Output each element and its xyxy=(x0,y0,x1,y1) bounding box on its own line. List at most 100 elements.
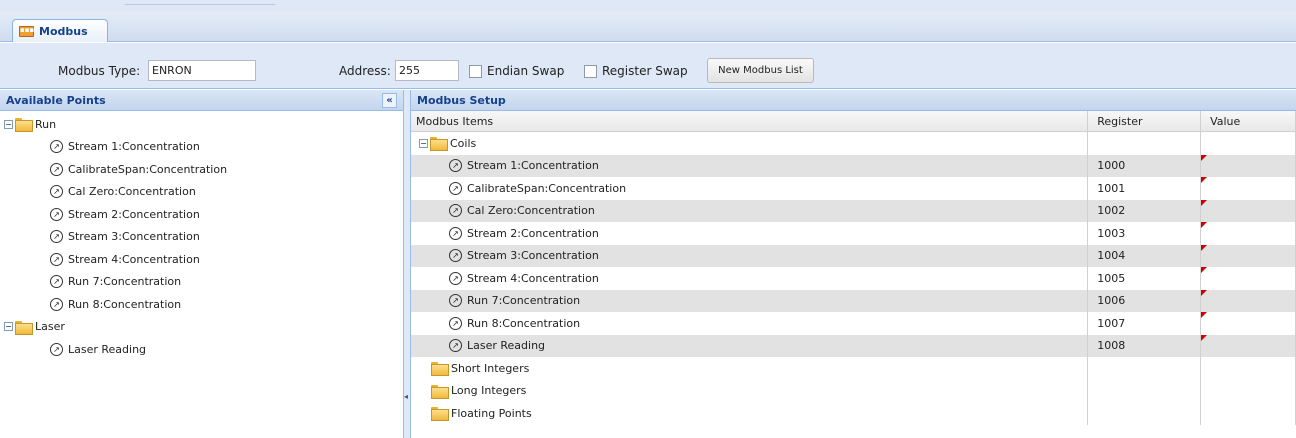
collapse-icon[interactable]: − xyxy=(419,138,428,148)
register-cell[interactable]: 1003 xyxy=(1088,222,1202,245)
expand-arrow-icon[interactable]: ◂ xyxy=(404,392,409,402)
tree-item-label: Stream 4:Concentration xyxy=(68,252,200,266)
table-row[interactable]: Short Integers xyxy=(411,357,1296,380)
modbus-setup-header: Modbus Setup xyxy=(411,90,1296,111)
value-cell[interactable] xyxy=(1201,312,1296,335)
modbus-type-field[interactable] xyxy=(148,60,256,81)
tree-item-label: CalibrateSpan:Concentration xyxy=(68,162,228,176)
tree-item[interactable]: ↗ Stream 3:Concentration xyxy=(0,226,403,249)
register-cell[interactable]: 1005 xyxy=(1088,267,1202,290)
register-cell[interactable]: 1004 xyxy=(1088,244,1202,267)
value-cell[interactable] xyxy=(1201,334,1296,357)
register-cell[interactable]: 1002 xyxy=(1088,199,1202,222)
tree-item[interactable]: ↗ Stream 2:Concentration xyxy=(0,203,403,226)
item-name: Cal Zero:Concentration xyxy=(467,204,595,218)
folder-label: Laser xyxy=(35,320,65,334)
folder-icon xyxy=(431,407,449,422)
table-row[interactable]: ↗ Laser Reading 1008 xyxy=(411,334,1296,357)
item-name: Stream 1:Concentration xyxy=(467,159,599,173)
register-cell[interactable]: 1001 xyxy=(1088,177,1202,200)
table-row[interactable]: Floating Points xyxy=(411,402,1296,425)
folder-icon xyxy=(430,137,448,152)
point-icon: ↗ xyxy=(50,185,63,199)
folder-label: Long Integers xyxy=(451,384,527,398)
table-row[interactable]: ↗ Stream 3:Concentration 1004 xyxy=(411,244,1296,267)
value-cell[interactable] xyxy=(1201,267,1296,290)
table-row[interactable]: ↗ Run 8:Concentration 1007 xyxy=(411,312,1296,335)
point-icon: ↗ xyxy=(50,140,63,154)
point-icon: ↗ xyxy=(449,316,462,330)
item-name: CalibrateSpan:Concentration xyxy=(467,181,627,195)
grid-header: Modbus Items Register Value xyxy=(411,111,1296,132)
tree-item[interactable]: ↗ Run 7:Concentration xyxy=(0,271,403,294)
register-swap-label: Register Swap xyxy=(602,64,688,78)
table-row[interactable]: − Coils xyxy=(411,132,1296,155)
point-icon: ↗ xyxy=(449,294,462,308)
new-modbus-list-button[interactable]: New Modbus List xyxy=(707,58,814,83)
point-icon: ↗ xyxy=(50,207,63,221)
dirty-marker-icon xyxy=(1201,154,1208,161)
folder-icon xyxy=(15,118,33,133)
endian-swap-checkbox[interactable] xyxy=(469,65,482,78)
value-cell[interactable] xyxy=(1201,199,1296,222)
tree-item[interactable]: ↗ Stream 4:Concentration xyxy=(0,248,403,271)
tree-item-label: Stream 3:Concentration xyxy=(68,230,200,244)
tree-item[interactable]: ↗ Laser Reading xyxy=(0,338,403,361)
table-row[interactable]: ↗ Stream 4:Concentration 1005 xyxy=(411,267,1296,290)
register-cell[interactable]: 1008 xyxy=(1088,334,1202,357)
point-icon: ↗ xyxy=(449,226,462,240)
table-row[interactable]: ↗ Stream 2:Concentration 1003 xyxy=(411,222,1296,245)
collapse-icon[interactable]: − xyxy=(4,322,13,332)
point-icon: ↗ xyxy=(449,181,462,195)
table-row[interactable]: ↗ CalibrateSpan:Concentration 1001 xyxy=(411,177,1296,200)
item-name: Stream 4:Concentration xyxy=(467,271,599,285)
column-header-register[interactable]: Register xyxy=(1088,111,1202,131)
table-row[interactable]: Long Integers xyxy=(411,379,1296,402)
tree-item-label: Laser Reading xyxy=(68,342,147,356)
dirty-marker-icon xyxy=(1201,222,1208,228)
value-cell[interactable] xyxy=(1201,222,1296,245)
folder-label: Run xyxy=(35,117,57,131)
folder-icon xyxy=(431,362,449,377)
table-row[interactable]: ↗ Stream 1:Concentration 1000 xyxy=(411,154,1296,177)
tree-item-label: Stream 1:Concentration xyxy=(68,140,200,154)
tree-item[interactable]: ↗ Cal Zero:Concentration xyxy=(0,181,403,204)
collapse-icon[interactable]: − xyxy=(4,119,13,129)
register-swap-checkbox[interactable] xyxy=(584,65,597,78)
tree-item[interactable]: ↗ CalibrateSpan:Concentration xyxy=(0,158,403,181)
collapse-left-icon[interactable]: « xyxy=(382,93,397,108)
folder-icon xyxy=(15,320,33,335)
tree-folder-run[interactable]: − Run xyxy=(0,113,403,136)
item-name: Run 7:Concentration xyxy=(467,294,581,308)
dirty-marker-icon xyxy=(1201,334,1208,341)
point-icon: ↗ xyxy=(449,159,462,173)
item-name: Stream 2:Concentration xyxy=(467,226,599,240)
modbus-type-label: Modbus Type: xyxy=(58,64,141,78)
column-header-items[interactable]: Modbus Items xyxy=(411,111,1089,131)
resize-grip[interactable] xyxy=(125,4,275,7)
value-cell[interactable] xyxy=(1201,177,1296,200)
tree-item-label: Cal Zero:Concentration xyxy=(68,185,196,199)
table-row[interactable]: ↗ Cal Zero:Concentration 1002 xyxy=(411,199,1296,222)
endian-swap-label: Endian Swap xyxy=(487,64,565,78)
dirty-marker-icon xyxy=(1201,177,1208,183)
register-cell[interactable]: 1000 xyxy=(1088,154,1202,177)
item-name: Laser Reading xyxy=(467,339,546,353)
tree-folder-laser[interactable]: − Laser xyxy=(0,316,403,339)
tab-bar: ▪▪▪ Modbus xyxy=(0,12,1296,42)
tab-modbus[interactable]: ▪▪▪ Modbus xyxy=(12,19,108,42)
point-icon: ↗ xyxy=(449,339,462,353)
value-cell[interactable] xyxy=(1201,154,1296,177)
tree-item[interactable]: ↗ Stream 1:Concentration xyxy=(0,136,403,159)
tree-item[interactable]: ↗ Run 8:Concentration xyxy=(0,293,403,316)
register-cell[interactable]: 1006 xyxy=(1088,289,1202,312)
address-field[interactable] xyxy=(395,60,459,81)
register-cell[interactable]: 1007 xyxy=(1088,312,1202,335)
dirty-marker-icon xyxy=(1201,199,1208,206)
value-cell[interactable] xyxy=(1201,289,1296,312)
value-cell[interactable] xyxy=(1201,244,1296,267)
point-icon: ↗ xyxy=(50,230,63,244)
table-row[interactable]: ↗ Run 7:Concentration 1006 xyxy=(411,289,1296,312)
dirty-marker-icon xyxy=(1201,267,1208,273)
column-header-value[interactable]: Value xyxy=(1201,111,1296,131)
